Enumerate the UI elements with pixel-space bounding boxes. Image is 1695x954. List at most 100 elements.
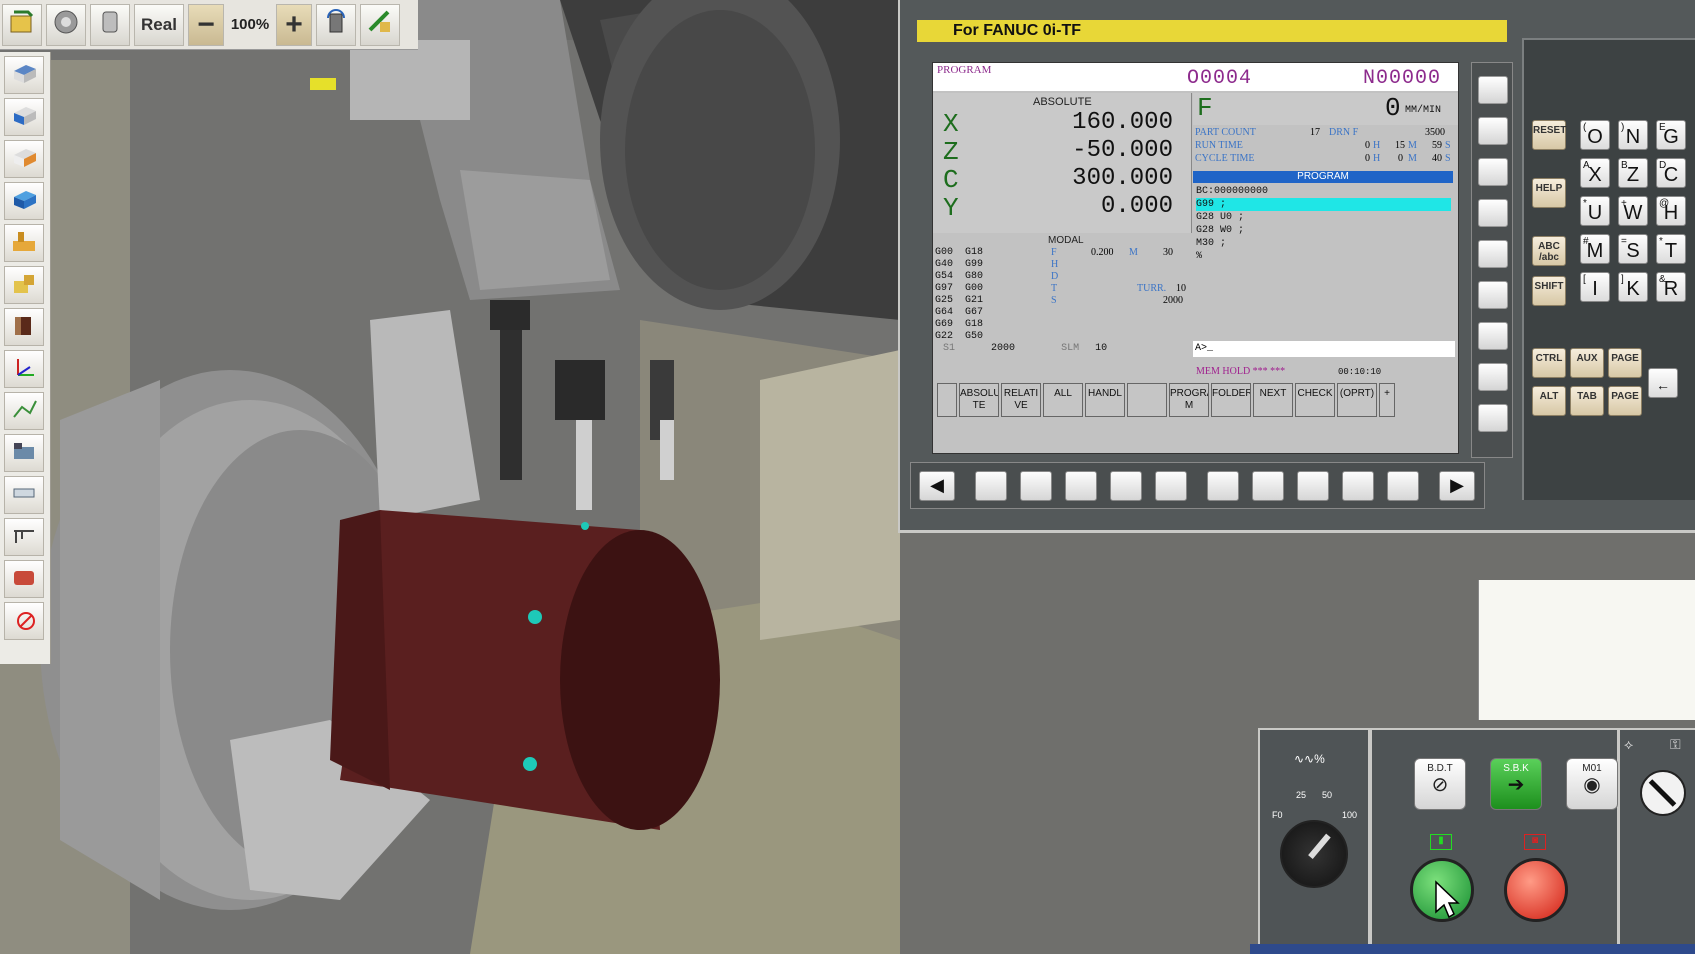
softkey-button[interactable] [1387,470,1419,501]
door-button[interactable] [316,3,356,46]
softkey-button[interactable] [1207,470,1239,501]
run-time-label: RUN TIME [1195,140,1243,151]
softkey-next[interactable]: NEXT [1253,383,1293,417]
reset-key[interactable]: RESET [1532,120,1566,150]
softkey-absolute[interactable]: ABSOLU TE [959,383,999,417]
softkey-right-arrow[interactable]: ▶ [1439,470,1475,501]
key-h[interactable]: @ H [1656,196,1686,226]
softkey-check[interactable]: CHECK [1295,383,1335,417]
view-top-button[interactable] [4,56,44,94]
shift-key[interactable]: SHIFT [1532,276,1566,306]
arrow-left-icon: ← [1656,377,1670,393]
optional-stop-button[interactable]: M01 ◉ [1566,758,1618,810]
vertical-softkey[interactable] [1478,158,1508,186]
help-key[interactable]: HELP [1532,178,1566,208]
vertical-softkey[interactable] [1478,363,1508,391]
feed-label: F [1197,93,1213,123]
abc-key[interactable]: ABC /abc [1532,236,1566,266]
section-button[interactable] [4,434,44,472]
key-z[interactable]: BZ [1618,158,1648,188]
zoom-in-button[interactable]: + [276,3,312,46]
dial-tick: 25 [1296,790,1307,800]
cycle-control-panel: B.D.T ⊘ S.B.K ➔ M01 ◉ ▮ ◙ [1370,728,1619,952]
input-line[interactable]: A>_ [1193,341,1455,357]
real-view-button[interactable]: Real [134,3,184,46]
page-down-key[interactable]: PAGE [1608,386,1642,416]
block-delete-button[interactable]: B.D.T ⊘ [1414,758,1466,810]
settings-button[interactable] [46,3,86,46]
machine-button[interactable] [4,224,44,262]
softkey-handle[interactable]: HANDL [1085,383,1125,417]
aux-key[interactable]: AUX [1570,348,1604,378]
vertical-softkey[interactable] [1478,322,1508,350]
single-block-button[interactable]: S.B.K ➔ [1490,758,1542,810]
key-u[interactable]: * U [1580,196,1610,226]
open-file-button[interactable] [2,3,42,46]
ctrl-key[interactable]: CTRL [1532,348,1566,378]
softkey-program[interactable]: PROGRA M [1169,383,1209,417]
softkey-plus[interactable]: + [1379,383,1395,417]
machine-viewport[interactable] [0,0,900,954]
vertical-softkey[interactable] [1478,404,1508,432]
workpiece-button[interactable] [4,308,44,346]
view-iso-button[interactable] [4,182,44,220]
modal-turr-value: 10 [1176,283,1186,294]
softkey-button[interactable] [1065,470,1097,501]
softkey-button[interactable] [1155,470,1187,501]
softkey-button[interactable] [1297,470,1329,501]
coordinates-button[interactable] [4,350,44,388]
key-n[interactable]: ) N [1618,120,1648,150]
softkey-button[interactable] [975,470,1007,501]
alt-key[interactable]: ALT [1532,386,1566,416]
page-up-key[interactable]: PAGE [1608,348,1642,378]
tab-key[interactable]: TAB [1570,386,1604,416]
mode-selector-knob[interactable] [1640,770,1686,816]
softkey-left-arrow[interactable]: ◀ [919,470,955,501]
key-r[interactable]: & R [1656,272,1686,302]
modal-m-value: 30 [1163,247,1173,258]
softkey-blank[interactable] [1127,383,1167,417]
vertical-softkey[interactable] [1478,240,1508,268]
vertical-softkey[interactable] [1478,117,1508,145]
zoom-out-button[interactable]: − [188,3,224,46]
key-w[interactable]: + W [1618,196,1648,226]
softkey-relative[interactable]: RELATI VE [1001,383,1041,417]
feed-hold-button[interactable] [1504,858,1568,922]
key-i[interactable]: [I [1580,272,1610,302]
measure-button[interactable] [360,3,400,46]
collision-off-button[interactable] [4,602,44,640]
caliper-button[interactable] [4,518,44,556]
measure-part-button[interactable] [4,476,44,514]
cursor-left-key[interactable]: ← [1648,368,1678,398]
key-o[interactable]: (O [1580,120,1610,150]
key-x[interactable]: AX [1580,158,1610,188]
view-side-button[interactable] [4,140,44,178]
softkey-all[interactable]: ALL [1043,383,1083,417]
key-s[interactable]: = S [1618,234,1648,264]
cylinder-view-button[interactable] [4,560,44,598]
softkey-button[interactable] [1252,470,1284,501]
feed-override-dial[interactable] [1280,820,1348,888]
clock: 00:10:10 [1338,367,1382,377]
key-t[interactable]: * T [1656,234,1686,264]
vertical-softkey[interactable] [1478,199,1508,227]
softkey-operation[interactable]: (OPRT) [1337,383,1377,417]
softkey-button[interactable] [1342,470,1374,501]
absolute-position-panel: ABSOLUTE X 160.000 Z -50.000 C 300.000 Y… [933,93,1192,233]
tool-path-button[interactable] [4,392,44,430]
softkey-folder[interactable]: FOLDER [1211,383,1251,417]
softkey-button[interactable] [1020,470,1052,501]
softkey-back[interactable] [937,383,957,417]
vertical-softkey[interactable] [1478,76,1508,104]
stock-button[interactable] [90,3,130,46]
key-k[interactable]: ] K [1618,272,1648,302]
vertical-softkey[interactable] [1478,281,1508,309]
key-m[interactable]: # M [1580,234,1610,264]
vertical-softkeys [1471,62,1513,458]
view-front-button[interactable] [4,98,44,136]
program-listing[interactable]: BC:000000000 G99 ; G28 U0 ; G28 W0 ; M30… [1196,185,1451,263]
key-g[interactable]: EG [1656,120,1686,150]
key-c[interactable]: DC [1656,158,1686,188]
softkey-button[interactable] [1110,470,1142,501]
tool-setup-button[interactable] [4,266,44,304]
